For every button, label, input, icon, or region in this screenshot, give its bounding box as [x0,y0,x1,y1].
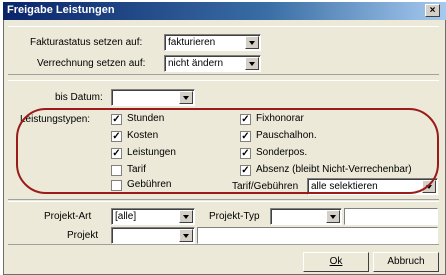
date-select[interactable] [111,89,195,106]
projekt-typ-select[interactable] [270,208,342,225]
projekt-typ-display [344,208,438,225]
projekt-display [197,227,438,244]
cancel-button[interactable]: Abbruch [373,252,439,272]
verrechnung-label: Verrechnung setzen auf: [37,58,146,69]
fakturastatus-select[interactable]: fakturieren [164,34,261,51]
chevron-down-icon[interactable] [179,210,193,223]
chevron-down-icon[interactable] [245,57,259,70]
chevron-down-icon[interactable] [179,91,193,104]
verrechnung-value: nicht ändern [168,58,224,69]
projekt-art-value: [alle] [115,211,137,222]
window-title: Freigabe Leistungen [7,4,115,16]
ok-button[interactable]: Ok [303,252,369,272]
fakturastatus-value: fakturieren [168,37,216,48]
projekt-art-label: Projekt-Art [44,211,92,222]
projekt-typ-label: Projekt-Typ [209,211,260,222]
close-button[interactable]: × [425,4,440,17]
projekt-label: Projekt [67,230,99,241]
highlight-oval [16,108,439,194]
chevron-down-icon[interactable] [245,36,259,49]
chevron-down-icon[interactable] [326,210,340,223]
date-label: bis Datum: [55,92,103,103]
projekt-art-select[interactable]: [alle] [111,208,195,225]
verrechnung-select[interactable]: nicht ändern [164,55,261,72]
chevron-down-icon[interactable] [179,229,193,242]
fakturastatus-label: Fakturastatus setzen auf: [30,37,143,48]
projekt-select[interactable] [111,227,195,244]
